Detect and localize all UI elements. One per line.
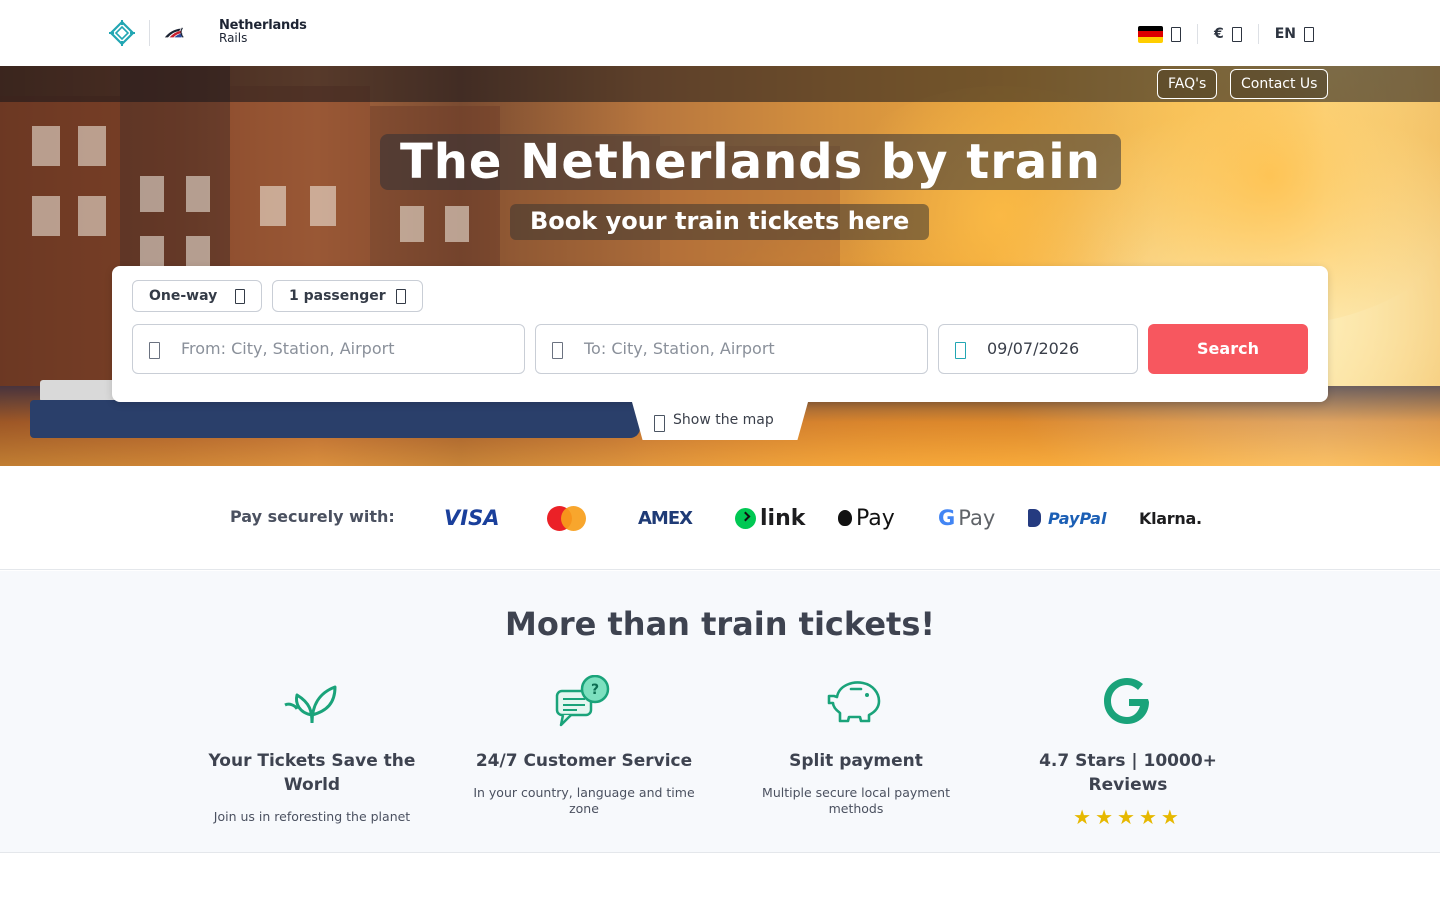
- star-icon: ★: [1073, 805, 1096, 829]
- brand-mark-icon[interactable]: [109, 20, 135, 46]
- currency-label: €: [1213, 26, 1224, 42]
- calendar-icon: [955, 342, 966, 359]
- feature-text: Multiple secure local payment methods: [762, 785, 950, 816]
- klarna-logo: Klarna.: [1139, 503, 1202, 533]
- paypal-text: PayPal: [1048, 508, 1107, 528]
- page-title: The Netherlands by train: [380, 134, 1121, 190]
- hero-nav-bar: [0, 66, 1440, 102]
- chevron-down-icon: [1170, 26, 1181, 42]
- features-title: More than train tickets!: [505, 605, 935, 643]
- chevron-down-icon: [396, 289, 406, 304]
- star-icon: ★: [1117, 805, 1139, 829]
- chevron-down-icon: [1304, 26, 1314, 42]
- feature-heading: 24/7 Customer Service: [475, 751, 693, 771]
- feature-card: Split payment Multiple secure local paym…: [740, 675, 972, 817]
- feature-card: 4.7 Stars | 10000+ Reviews ★★★★★: [1012, 675, 1244, 829]
- hero-window: [32, 126, 60, 166]
- brand-name-sub: Rails: [219, 31, 248, 45]
- divider: [1257, 24, 1259, 44]
- location-pin-icon: [149, 342, 160, 359]
- feature-card: ? 24/7 Customer Service In your country,…: [468, 674, 700, 817]
- passenger-select[interactable]: 1 passenger: [272, 280, 423, 312]
- apple-icon: [838, 510, 852, 526]
- divider: [1196, 24, 1198, 44]
- star-icon: ★: [1138, 805, 1161, 829]
- from-placeholder: From: City, Station, Airport: [181, 339, 395, 358]
- star-icon: ★: [1095, 805, 1118, 829]
- hero-window: [445, 206, 469, 242]
- hero-window: [140, 176, 164, 212]
- payment-label: Pay securely with:: [230, 507, 395, 526]
- show-map-button[interactable]: Show the map: [632, 402, 808, 440]
- feature-heading: Your Tickets Save the World: [208, 751, 416, 795]
- hero-window: [186, 176, 210, 212]
- link-text: link: [760, 505, 806, 531]
- klarna-text: Klarna.: [1139, 508, 1202, 528]
- feature-text: Join us in reforesting the planet: [213, 809, 411, 824]
- page-subtitle: Book your train tickets here: [510, 204, 930, 240]
- paypal-logo: PayPal: [1028, 503, 1106, 533]
- country-selector[interactable]: [1137, 25, 1181, 43]
- trip-type-select[interactable]: One-way: [132, 280, 262, 312]
- language-selector[interactable]: EN: [1275, 26, 1314, 42]
- mastercard-logo: [547, 503, 586, 533]
- passenger-value: 1 passenger: [289, 288, 386, 304]
- apple-pay-text: Pay: [856, 505, 895, 531]
- map-icon: [654, 415, 665, 432]
- google-pay-logo: G Pay: [938, 503, 995, 533]
- faq-button[interactable]: FAQ's: [1157, 69, 1218, 99]
- search-panel: One-way 1 passenger From: City, Station,…: [112, 266, 1328, 402]
- star-icon: ★: [1160, 805, 1183, 829]
- hero-window: [78, 126, 106, 166]
- language-label: EN: [1274, 26, 1296, 42]
- hero-window: [260, 186, 286, 226]
- feature-card: Your Tickets Save the World Join us in r…: [196, 675, 428, 825]
- search-button[interactable]: Search: [1148, 324, 1308, 374]
- location-pin-icon: [552, 342, 563, 359]
- chat-question-icon: ?: [555, 674, 610, 727]
- netherlands-rails-logo[interactable]: [164, 18, 220, 48]
- top-bar: Netherlands Rails € EN: [0, 0, 1440, 66]
- from-station-input[interactable]: From: City, Station, Airport: [132, 324, 525, 374]
- feature-text: In your country, language and time zone: [473, 785, 695, 816]
- amex-text: AMEX: [638, 507, 693, 529]
- germany-flag-icon: [1137, 25, 1163, 43]
- rating-stars: ★★★★★: [1012, 805, 1244, 829]
- apple-pay-logo: Pay: [838, 503, 895, 533]
- currency-selector[interactable]: €: [1214, 26, 1242, 42]
- contact-us-button[interactable]: Contact Us: [1230, 69, 1329, 99]
- svg-text:?: ?: [591, 682, 599, 698]
- google-icon: [1104, 678, 1149, 724]
- hero-window: [78, 196, 106, 236]
- chevron-down-icon: [1231, 26, 1242, 42]
- trip-type-value: One-way: [149, 288, 218, 304]
- visa-logo: VISA: [444, 503, 499, 533]
- leaf-icon: [284, 685, 337, 724]
- piggy-bank-icon: [827, 681, 881, 723]
- hero-window: [310, 186, 336, 226]
- top-controls: € EN: [1137, 22, 1314, 46]
- brand-divider: [149, 20, 150, 46]
- date-value: 09/07/2026: [987, 339, 1080, 358]
- to-station-input[interactable]: To: City, Station, Airport: [535, 324, 928, 374]
- hero-boat: [30, 400, 640, 438]
- link-logo: link: [735, 503, 805, 533]
- payment-methods-bar: Pay securely with: VISA AMEX link Pay GP…: [0, 466, 1440, 570]
- hero-window: [400, 206, 424, 242]
- to-placeholder: To: City, Station, Airport: [584, 339, 775, 358]
- link-arrow-icon: [735, 507, 756, 529]
- feature-heading: 4.7 Stars | 10000+ Reviews: [1039, 751, 1217, 795]
- features-section: More than train tickets! Your Tickets Sa…: [0, 571, 1440, 853]
- paypal-p-icon: [1028, 509, 1041, 527]
- date-input[interactable]: 09/07/2026: [938, 324, 1138, 374]
- google-g-icon: G: [938, 506, 956, 530]
- show-map-label: Show the map: [673, 412, 774, 428]
- google-pay-text: Pay: [958, 506, 996, 530]
- visa-text: VISA: [444, 506, 500, 530]
- hero-window: [32, 196, 60, 236]
- chevron-down-icon: [235, 289, 245, 304]
- amex-logo: AMEX: [638, 503, 693, 533]
- feature-heading: Split payment: [789, 751, 923, 771]
